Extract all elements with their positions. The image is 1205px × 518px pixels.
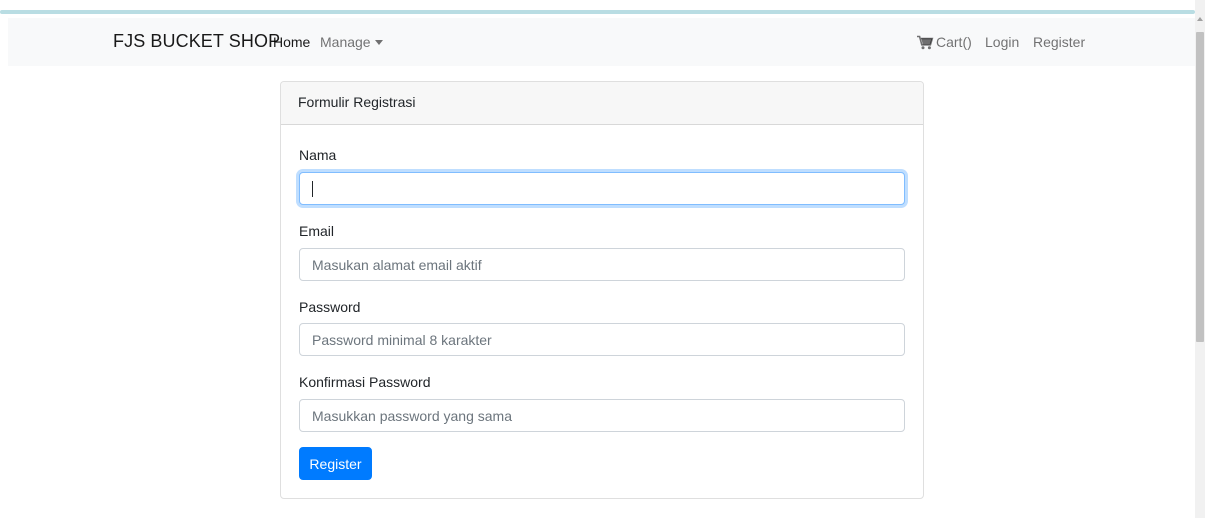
nav-register-link[interactable]: Register	[1033, 34, 1085, 50]
top-accent-line	[0, 10, 1195, 14]
nama-input[interactable]	[299, 172, 905, 205]
confirm-password-label: Konfirmasi Password	[299, 374, 431, 390]
confirm-password-input[interactable]	[299, 399, 905, 432]
nav-login-link[interactable]: Login	[985, 34, 1019, 50]
nama-label: Nama	[299, 147, 337, 163]
card-header: Formulir Registrasi	[281, 82, 923, 125]
nav-manage-label: Manage	[320, 34, 371, 50]
shopping-cart-icon	[917, 35, 934, 50]
password-input[interactable]	[299, 323, 905, 356]
email-label: Email	[299, 223, 335, 239]
vertical-scrollbar[interactable]	[1195, 0, 1205, 518]
nav-cart-label: Cart()	[936, 34, 972, 50]
email-input[interactable]	[299, 248, 905, 281]
scroll-up-arrow-icon[interactable]	[1197, 17, 1203, 21]
scrollbar-thumb[interactable]	[1196, 32, 1204, 342]
nav-manage-dropdown[interactable]: Manage	[320, 34, 383, 50]
navbar: FJS BUCKET SHOP Home Manage Cart() Login…	[8, 18, 1195, 66]
nav-home-link[interactable]: Home	[273, 34, 310, 50]
nav-cart-link[interactable]: Cart()	[917, 34, 972, 50]
browser-top-edge	[0, 0, 1195, 14]
brand-logo-text[interactable]: FJS BUCKET SHOP	[113, 31, 280, 52]
registration-card: Formulir Registrasi Nama Email Password …	[280, 81, 924, 499]
register-submit-button[interactable]: Register	[299, 447, 372, 480]
password-label: Password	[299, 299, 361, 315]
text-cursor	[312, 181, 313, 197]
chevron-down-icon	[374, 40, 383, 45]
